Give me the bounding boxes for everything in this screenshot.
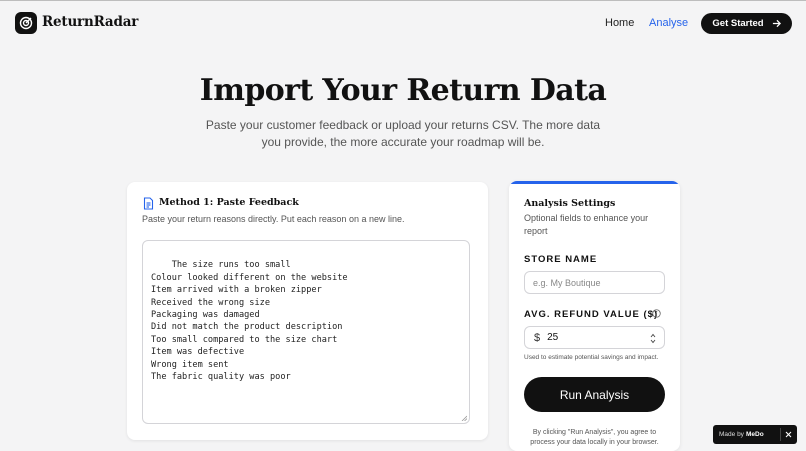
get-started-button[interactable]: Get Started [701, 13, 792, 34]
nav-link-analyse[interactable]: Analyse [649, 17, 688, 29]
settings-title: Analysis Settings [524, 198, 616, 209]
made-by-text: Made by [719, 431, 744, 438]
resize-handle-icon[interactable] [461, 415, 467, 421]
page-subtitle: Paste your customer feedback or upload y… [205, 118, 601, 149]
made-by-badge[interactable]: Made by MeDo [713, 425, 797, 444]
page-title: Import Your Return Data [199, 73, 607, 108]
store-name-label: STORE NAME [524, 254, 598, 265]
store-name-input[interactable]: e.g. My Boutique [524, 271, 665, 294]
close-icon[interactable] [784, 430, 793, 439]
refund-value-input[interactable]: $ 25 [524, 326, 665, 349]
paste-feedback-card: Method 1: Paste Feedback Paste your retu… [127, 182, 488, 440]
arrow-right-icon [772, 19, 781, 28]
currency-symbol: $ [534, 331, 541, 344]
brand-name[interactable]: ReturnRadar [42, 14, 138, 30]
document-icon [143, 197, 154, 210]
store-name-placeholder: e.g. My Boutique [533, 277, 601, 288]
card-accent-bar [509, 181, 680, 184]
badge-divider [780, 428, 781, 441]
method-description: Paste your return reasons directly. Put … [142, 214, 405, 224]
analysis-settings-card: Analysis Settings Optional fields to enh… [509, 181, 680, 451]
feedback-textarea[interactable]: The size runs too small Colour looked di… [142, 240, 470, 424]
settings-description: Optional fields to enhance your report [524, 213, 649, 236]
refund-value: 25 [547, 332, 559, 343]
medo-logo: MeDo [746, 431, 764, 438]
method-title: Method 1: Paste Feedback [159, 197, 299, 208]
number-stepper-icon[interactable] [650, 333, 656, 344]
get-started-label: Get Started [712, 18, 764, 29]
run-analysis-button[interactable]: Run Analysis [524, 377, 665, 412]
nav-link-home[interactable]: Home [605, 17, 634, 29]
radar-target-icon[interactable] [15, 12, 37, 34]
legal-notice: By clicking "Run Analysis", you agree to… [530, 429, 659, 446]
info-icon[interactable] [652, 309, 661, 318]
refund-value-label: AVG. REFUND VALUE ($) [524, 309, 659, 320]
window-top-border [0, 0, 806, 1]
feedback-text: The size runs too small Colour looked di… [151, 260, 348, 383]
refund-help-text: Used to estimate potential savings and i… [524, 354, 659, 361]
